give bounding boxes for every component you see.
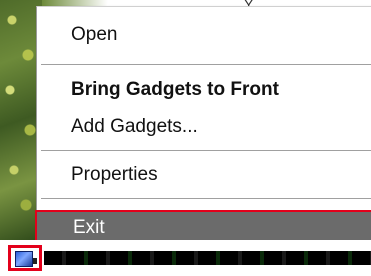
menu-separator bbox=[41, 64, 371, 65]
tray-icon-badge bbox=[33, 258, 37, 264]
taskbar bbox=[0, 240, 371, 276]
menu-separator bbox=[41, 150, 371, 151]
menu-item-bring-gadgets-to-front[interactable]: Bring Gadgets to Front bbox=[37, 74, 371, 106]
menu-separator bbox=[41, 198, 371, 199]
menu-item-add-gadgets[interactable]: Add Gadgets... bbox=[37, 111, 371, 143]
tray-icon-highlight[interactable] bbox=[8, 245, 42, 271]
menu-item-properties[interactable]: Properties bbox=[37, 159, 371, 191]
menu-item-open[interactable]: Open bbox=[37, 19, 371, 51]
sidebar-context-menu: Open Bring Gadgets to Front Add Gadgets.… bbox=[35, 6, 371, 244]
notification-area bbox=[44, 251, 371, 265]
sidebar-tray-icon[interactable] bbox=[15, 251, 33, 267]
menu-item-exit[interactable]: Exit bbox=[35, 210, 371, 244]
